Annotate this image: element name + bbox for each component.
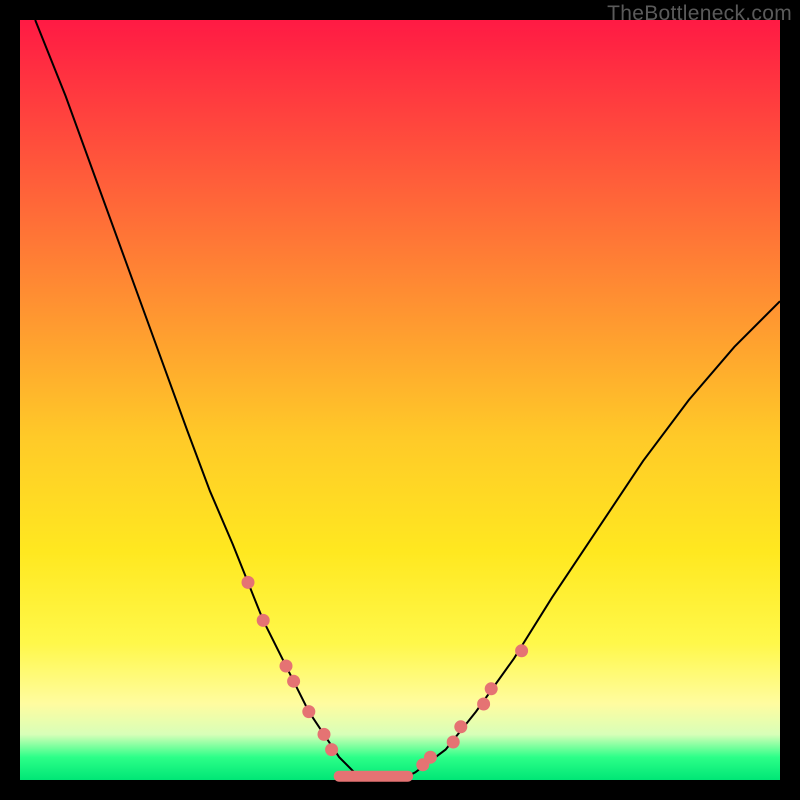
marker-dots [242, 576, 529, 771]
marker-dot [257, 614, 270, 627]
marker-dot [477, 698, 490, 711]
marker-dot [280, 660, 293, 673]
marker-dot [287, 675, 300, 688]
marker-dot [454, 720, 467, 733]
bottleneck-curve-line [35, 20, 780, 780]
marker-dot [485, 682, 498, 695]
marker-dot [447, 736, 460, 749]
marker-dot [302, 705, 315, 718]
bottleneck-chart [20, 20, 780, 780]
marker-dot [318, 728, 331, 741]
marker-dot [242, 576, 255, 589]
marker-dot [515, 644, 528, 657]
marker-dot [424, 751, 437, 764]
marker-dot [325, 743, 338, 756]
chart-frame: TheBottleneck.com [0, 0, 800, 800]
